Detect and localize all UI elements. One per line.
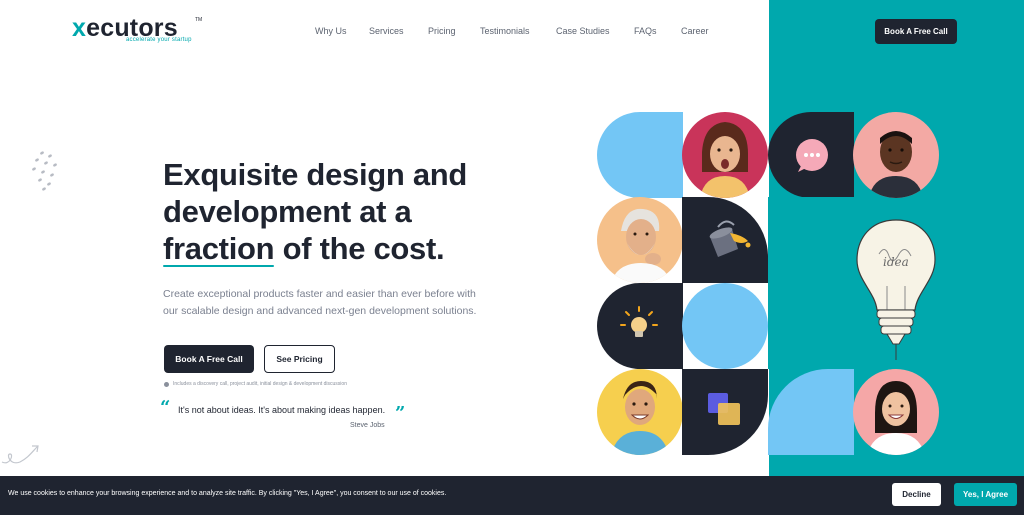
hero-title-line1: Exquisite design and (163, 157, 468, 192)
hero-title: Exquisite design and development at a fr… (163, 156, 503, 267)
young-man-illustration (611, 381, 669, 455)
nav-pricing[interactable]: Pricing (428, 26, 456, 36)
see-pricing-button[interactable]: See Pricing (264, 345, 335, 373)
woman-portrait-illustration (867, 381, 925, 455)
older-man-illustration (611, 208, 671, 283)
hero-subtitle: Create exceptional products faster and e… (163, 288, 477, 317)
bulb-text: idea (883, 255, 909, 269)
brand-logo[interactable]: xecutors TM accelerate your startup (72, 15, 202, 45)
blue-leaf-tile (597, 112, 683, 198)
quote-open-icon: “ (160, 397, 171, 418)
book-free-call-button[interactable]: Book A Free Call (164, 345, 254, 373)
man-portrait-illustration (869, 131, 923, 198)
quote-close-icon: ” (395, 403, 406, 424)
blue-circle-tile (682, 283, 768, 369)
dots-decoration (32, 151, 57, 191)
layers-icon (708, 393, 740, 425)
nav-services[interactable]: Services (369, 26, 404, 36)
hero-title-line2: development at a (163, 194, 412, 229)
lightbulb-tile (597, 283, 683, 369)
idea-bulb-illustration: idea (856, 219, 936, 360)
hero-highlight-word: fraction (163, 231, 275, 267)
cookie-text: We use cookies to enhance your browsing … (8, 490, 447, 497)
young-man-smiling-photo (597, 369, 683, 455)
layers-tile (682, 369, 768, 455)
man-smiling-photo (853, 112, 939, 198)
chat-tile (768, 112, 854, 198)
cta-note-text: Includes a discovery call, project audit… (173, 381, 347, 387)
paint-bucket-icon (709, 220, 751, 257)
teal-tile (768, 197, 854, 283)
quote-text: It's not about ideas. It's about making … (178, 405, 386, 415)
woman-surprised-photo (682, 112, 768, 198)
logo-trademark: TM (195, 17, 203, 23)
nav-faqs[interactable]: FAQs (634, 26, 657, 36)
paint-tile (682, 197, 768, 283)
cookie-consent-bar: We use cookies to enhance your browsing … (0, 476, 1024, 515)
nav-testimonials[interactable]: Testimonials (480, 26, 530, 36)
lightbulb-icon (620, 306, 658, 337)
cta-note: Includes a discovery call, project audit… (164, 381, 347, 387)
teal-tile-2 (768, 283, 854, 369)
decline-cookies-button[interactable]: Decline (892, 483, 941, 506)
quote-author: Steve Jobs (350, 422, 385, 429)
agree-cookies-button[interactable]: Yes, I Agree (954, 483, 1017, 506)
header-book-call-button[interactable]: Book A Free Call (875, 19, 957, 44)
logo-tagline: accelerate your startup (126, 37, 192, 43)
woman-smiling-photo (853, 369, 939, 455)
info-icon (164, 381, 169, 387)
chat-bubble-icon (796, 139, 828, 172)
arrow-doodle-decoration (1, 445, 39, 464)
nav-case-studies[interactable]: Case Studies (556, 26, 610, 36)
older-man-thinking-photo (597, 197, 683, 283)
nav-why-us[interactable]: Why Us (315, 26, 347, 36)
nav-career[interactable]: Career (681, 26, 709, 36)
hero-title-line3: fraction of the cost. (163, 231, 445, 267)
idea-bulb-tile: idea (853, 214, 939, 360)
woman-surprised-illustration (700, 122, 750, 198)
